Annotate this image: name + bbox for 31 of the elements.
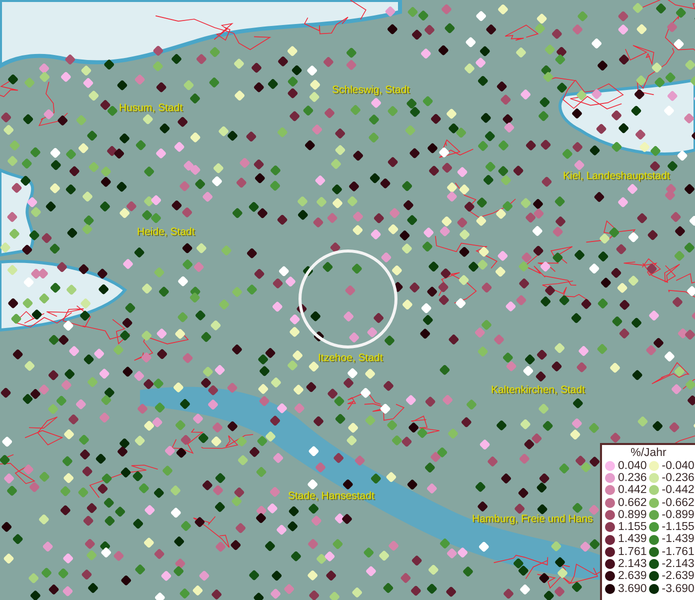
legend-value: 2.639 xyxy=(618,570,647,583)
legend-value: -0.236 xyxy=(662,472,694,484)
place-label: Itzehoe, Stadt xyxy=(318,353,383,364)
legend-value: -0.442 xyxy=(662,484,694,497)
legend-value: -2.143 xyxy=(662,558,694,570)
place-label: Kaltenkirchen, Stadt xyxy=(491,385,585,396)
legend-value: 1.761 xyxy=(618,546,647,558)
legend-value: 0.236 xyxy=(618,472,647,484)
legend-value: -1.761 xyxy=(662,546,694,558)
legend-value: -0.899 xyxy=(662,508,694,522)
legend-value: -3.690 xyxy=(662,582,694,595)
legend-value: 2.143 xyxy=(618,558,647,570)
legend-value: 3.690 xyxy=(618,582,647,595)
legend-value: 0.442 xyxy=(618,484,647,497)
place-label: Hamburg, Freie und Hans xyxy=(472,514,593,524)
place-label: Kiel, Landeshauptstadt xyxy=(563,171,670,182)
place-label: Heide, Stadt xyxy=(137,227,195,238)
legend-title: %/Jahr xyxy=(630,447,668,460)
legend-value: 0.040 xyxy=(618,460,647,472)
legend-value: -0.662 xyxy=(662,496,694,509)
place-label: Stade, Hansestadt xyxy=(288,491,374,502)
legend-value: 0.899 xyxy=(618,508,647,522)
legend-value: -0.040 xyxy=(662,460,694,472)
legend-value: -1.155 xyxy=(662,521,694,534)
legend-value: -2.639 xyxy=(662,570,694,583)
legend-value: 1.155 xyxy=(618,521,647,534)
legend-value: -1.439 xyxy=(662,533,694,546)
legend-value: 1.439 xyxy=(618,533,647,546)
legend-value: 0.662 xyxy=(618,496,647,509)
place-label: Husum, Stadt xyxy=(119,103,183,114)
place-label: Schleswig, Stadt xyxy=(332,85,410,96)
